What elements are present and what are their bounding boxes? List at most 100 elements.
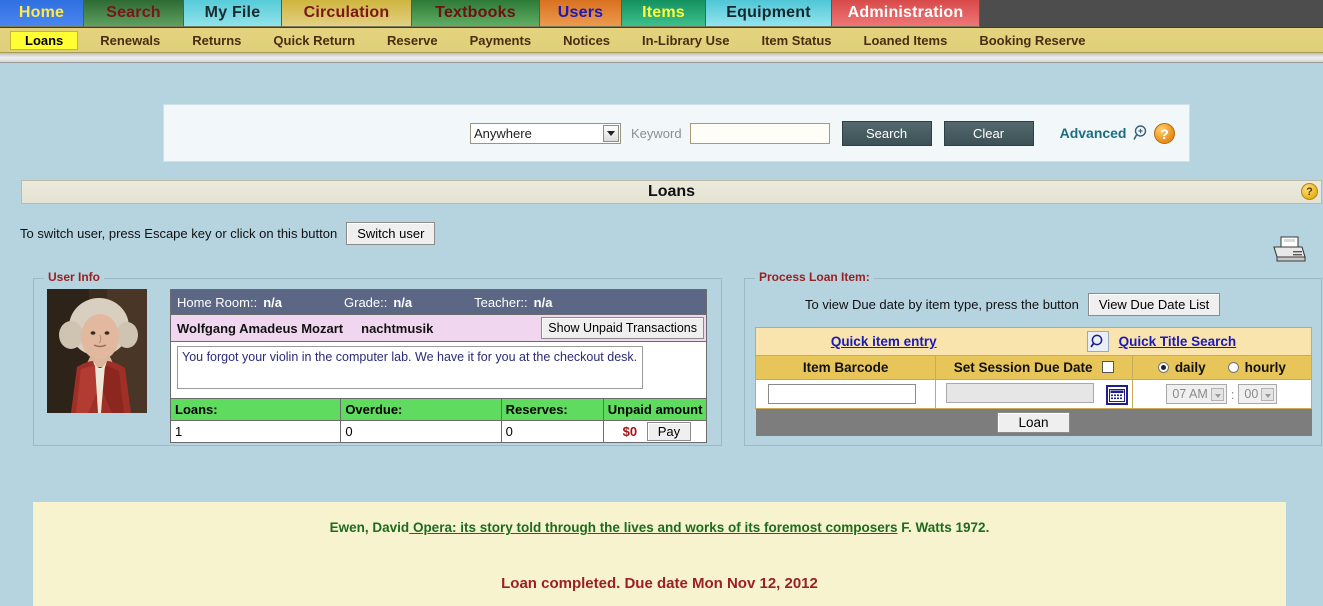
nav-tab-label: Circulation	[303, 4, 390, 21]
printer-icon[interactable]	[1269, 235, 1309, 265]
due-date-instruction: To view Due date by item type, press the…	[805, 297, 1079, 312]
subnav-item-loans[interactable]: Loans	[10, 30, 79, 50]
search-scope-wrapper: Anywhere	[317, 122, 621, 144]
nav-tab-my-file[interactable]: My File	[184, 0, 282, 27]
loan-button[interactable]: Loan	[997, 412, 1070, 433]
loan-item-citation: Ewen, David Opera: its story told throug…	[33, 520, 1286, 535]
advanced-search-link[interactable]: Advanced	[1060, 125, 1127, 141]
nav-tab-search[interactable]: Search	[84, 0, 184, 27]
nav-tab-circulation[interactable]: Circulation	[282, 0, 412, 27]
help-icon[interactable]: ?	[1154, 123, 1175, 144]
user-name-row: Wolfgang Amadeus Mozart nachtmusik Show …	[170, 314, 707, 342]
nav-tab-home[interactable]: Home	[0, 0, 84, 27]
set-session-due-date-label: Set Session Due Date	[953, 360, 1093, 375]
stats-header-loans: Loans:	[169, 398, 342, 421]
page-help-icon[interactable]: ?	[1301, 183, 1318, 200]
subnav-item-renewals[interactable]: Renewals	[90, 31, 170, 50]
search-panel: Anywhere Keyword Search Clear Advanced ?	[163, 104, 1190, 162]
stats-value-reserves: 0	[500, 420, 604, 443]
loan-action-row: Loan	[755, 409, 1312, 436]
user-school-row: Home Room:: n/a Grade:: n/a Teacher:: n/…	[170, 289, 707, 315]
nav-tab-label: Search	[106, 4, 161, 21]
time-selects-cell: 07 AM : 00	[1131, 379, 1313, 409]
message-panel: Ewen, David Opera: its story told throug…	[33, 502, 1286, 606]
loan-status-message: Loan completed. Due date Mon Nov 12, 201…	[501, 575, 818, 592]
nav-tab-administration[interactable]: Administration	[832, 0, 980, 27]
magnifier-plus-icon[interactable]	[1132, 124, 1151, 142]
nav-tab-label: Users	[557, 4, 604, 21]
subnav-item-returns[interactable]: Returns	[182, 31, 251, 50]
clear-button[interactable]: Clear	[943, 120, 1034, 146]
radio-hourly-label: hourly	[1244, 360, 1286, 375]
search-button[interactable]: Search	[841, 120, 932, 146]
subnav-item-booking-reserve[interactable]: Booking Reserve	[969, 31, 1095, 50]
set-session-due-date-checkbox[interactable]	[1102, 361, 1115, 373]
page-title: Loans	[647, 183, 696, 200]
keyword-input[interactable]	[689, 122, 830, 144]
user-nickname: nachtmusik	[361, 320, 434, 336]
stats-header-reserves: Reserves:	[500, 398, 604, 421]
subnav-item-loaned-items[interactable]: Loaned Items	[854, 31, 958, 50]
subnav-label: Loaned Items	[863, 32, 948, 48]
pay-button[interactable]: Pay	[646, 422, 692, 441]
nav-tab-items[interactable]: Items	[622, 0, 706, 27]
user-name-cell: Wolfgang Amadeus Mozart nachtmusik Show …	[170, 314, 707, 342]
minute-select[interactable]: 00	[1238, 384, 1278, 404]
radio-daily-label: daily	[1174, 360, 1206, 375]
quick-item-entry-link[interactable]: Quick item entry	[831, 334, 937, 349]
show-unpaid-transactions-button[interactable]: Show Unpaid Transactions	[541, 317, 704, 339]
subnav-item-reserve[interactable]: Reserve	[377, 31, 448, 50]
stats-value-overdue: 0	[340, 420, 502, 443]
quick-title-search-link[interactable]: Quick Title Search	[1119, 334, 1237, 349]
teacher-label: Teacher::	[474, 294, 528, 310]
app-root: Home Search My File Circulation Textbook…	[0, 0, 1323, 606]
subnav-label: In-Library Use	[642, 32, 730, 48]
subnav-item-item-status[interactable]: Item Status	[751, 31, 841, 50]
subnav-label: Notices	[563, 32, 611, 48]
user-info-legend: User Info	[44, 270, 105, 284]
stats-value-loans: 1	[169, 420, 342, 443]
page-title-bar: Loans ?	[21, 180, 1322, 204]
calendar-icon[interactable]	[1105, 385, 1128, 405]
stats-value-unpaid-cell: $0 Pay	[602, 420, 708, 443]
grade-value: n/a	[393, 294, 413, 310]
subnav-label: Booking Reserve	[979, 32, 1086, 48]
item-barcode-input[interactable]	[768, 384, 916, 404]
loan-action-cell: Loan	[755, 409, 1312, 436]
subnav-label: Loans	[25, 32, 64, 48]
subnav-label: Returns	[192, 32, 242, 48]
session-due-date-input[interactable]	[946, 383, 1095, 403]
subnav-item-in-library-use[interactable]: In-Library Use	[632, 31, 739, 50]
switch-user-button[interactable]: Switch user	[346, 222, 436, 245]
sub-navigation: Loans Renewals Returns Quick Return Rese…	[0, 28, 1323, 53]
subnav-item-payments[interactable]: Payments	[460, 31, 541, 50]
search-scope-select[interactable]: Anywhere	[470, 122, 621, 144]
hour-select[interactable]: 07 AM	[1166, 384, 1227, 404]
citation-publisher: F. Watts 1972.	[897, 520, 990, 535]
process-loan-item-panel: Process Loan Item: To view Due date by i…	[744, 270, 1322, 446]
user-info-panel: User Info Home Room:: n/a Grade:: n/a Te…	[33, 270, 722, 446]
user-note-textarea[interactable]: You forgot your violin in the computer l…	[177, 346, 643, 389]
session-due-date-cell	[935, 379, 1133, 409]
minute-value: 00	[1244, 387, 1259, 401]
user-full-name: Wolfgang Amadeus Mozart	[177, 320, 344, 336]
magnifier-icon[interactable]	[1086, 331, 1109, 352]
nav-tab-users[interactable]: Users	[540, 0, 622, 27]
switch-user-instruction: To switch user, press Escape key or clic…	[20, 226, 338, 241]
home-room-label: Home Room::	[177, 294, 258, 310]
radio-daily[interactable]	[1157, 362, 1169, 373]
citation-title: Opera: its story told through the lives …	[409, 520, 898, 535]
loan-column-header-row: Item Barcode Set Session Due Date daily …	[754, 355, 1313, 380]
user-school-cell: Home Room:: n/a Grade:: n/a Teacher:: n/…	[170, 289, 707, 315]
loan-field-row: 07 AM : 00	[754, 379, 1313, 409]
nav-tab-equipment[interactable]: Equipment	[706, 0, 832, 27]
radio-hourly[interactable]	[1227, 362, 1239, 373]
nav-tab-label: Items	[642, 4, 685, 21]
subnav-item-notices[interactable]: Notices	[553, 31, 620, 50]
subnav-item-quick-return[interactable]: Quick Return	[263, 31, 365, 50]
stats-header-unpaid: Unpaid amount	[602, 398, 708, 421]
main-navigation: Home Search My File Circulation Textbook…	[0, 0, 1323, 28]
home-room-value: n/a	[263, 294, 282, 310]
view-due-date-list-button[interactable]: View Due Date List	[1087, 293, 1221, 316]
nav-tab-textbooks[interactable]: Textbooks	[412, 0, 540, 27]
